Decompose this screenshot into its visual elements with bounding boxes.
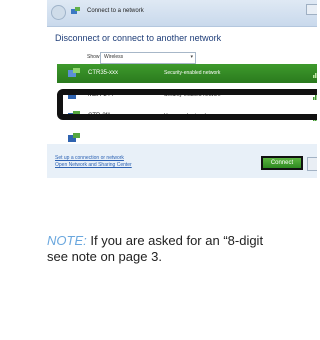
- back-button[interactable]: [51, 5, 66, 20]
- dialog-heading: Disconnect or connect to another network: [55, 33, 222, 43]
- wireless-network-icon: [68, 133, 80, 142]
- connect-button[interactable]: Connect: [261, 156, 303, 170]
- dialog-footer: Connect: [47, 144, 317, 178]
- signal-strength-icon: [313, 116, 317, 121]
- network-name: CTR35-xxx: [88, 70, 119, 76]
- network-row[interactable]: CTR-3f1 Unsecured network: [57, 107, 317, 126]
- window-title: Connect to a network: [87, 8, 144, 14]
- note-body-2: see note on page 3.: [47, 249, 162, 264]
- chevron-down-icon: ▾: [190, 54, 193, 60]
- dialog-content: Disconnect or connect to another network…: [47, 27, 317, 144]
- note-prefix: NOTE:: [47, 233, 87, 248]
- network-row[interactable]: CTR35-xxx Security-enabled network: [57, 64, 317, 83]
- network-status: Security-enabled network: [164, 70, 221, 76]
- network-icon: [71, 7, 80, 14]
- network-name: CTR-3f1: [88, 113, 111, 119]
- wireless-network-icon: [68, 68, 80, 77]
- signal-strength-icon: [313, 95, 317, 100]
- network-row[interactable]: MBR-344 Security-enabled network: [57, 86, 317, 105]
- wireless-network-icon: [68, 90, 80, 99]
- connect-to-network-window: Connect to a network Disconnect or conne…: [47, 0, 317, 178]
- network-status: Unsecured network: [164, 113, 208, 119]
- network-name: MBR-344: [88, 92, 114, 98]
- show-label: Show: [87, 54, 100, 60]
- show-filter-select[interactable]: Wireless ▾: [100, 52, 196, 64]
- network-status: Security-enabled network: [164, 92, 221, 98]
- note-text: NOTE: If you are asked for an “8-digit s…: [47, 233, 317, 265]
- note-line-1: NOTE: If you are asked for an “8-digit: [47, 233, 317, 249]
- cancel-button[interactable]: [307, 157, 317, 171]
- network-row[interactable]: [57, 130, 317, 142]
- wireless-network-icon: [68, 111, 80, 120]
- note-body-1: If you are asked for an “8-digit: [90, 233, 264, 248]
- close-button[interactable]: [306, 4, 317, 15]
- title-bar: Connect to a network: [47, 0, 317, 27]
- signal-strength-icon: [313, 73, 317, 78]
- show-filter-value: Wireless: [104, 54, 124, 60]
- network-list: CTR35-xxx Security-enabled network MBR-3…: [57, 64, 317, 142]
